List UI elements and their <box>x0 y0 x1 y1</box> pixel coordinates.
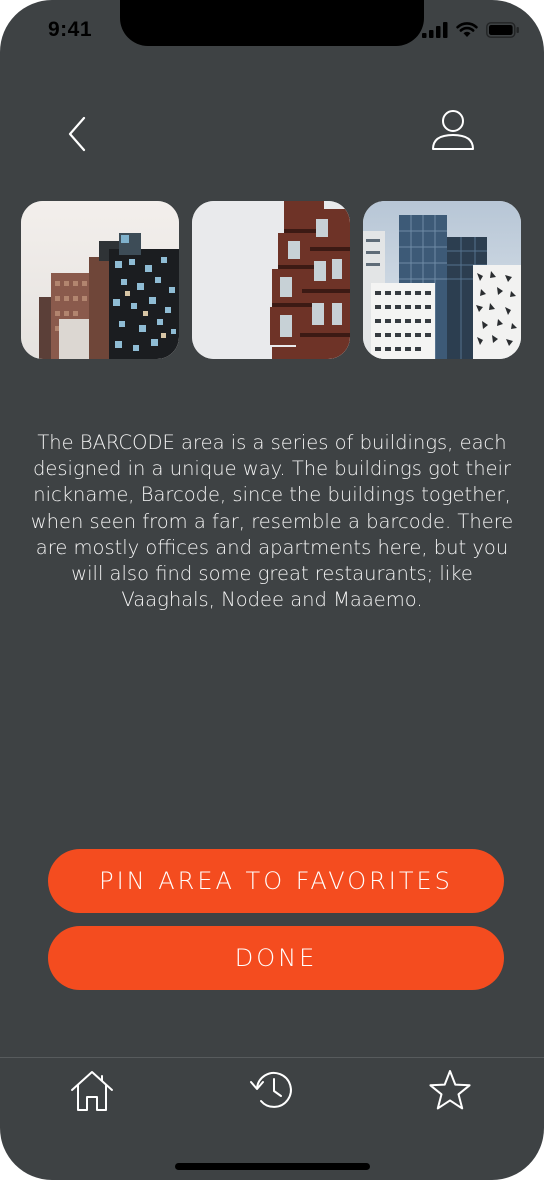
phone-screen: 9:41 The BARCODE area is a series of bui… <box>0 0 544 1180</box>
history-icon <box>250 1071 292 1108</box>
profile-button[interactable] <box>428 106 478 156</box>
tab-home[interactable] <box>68 1066 116 1114</box>
tab-bar <box>0 1057 544 1180</box>
notch <box>120 0 424 46</box>
star-icon <box>429 1070 471 1110</box>
chevron-left-icon <box>68 116 86 152</box>
building-photo-2[interactable] <box>192 201 350 359</box>
home-indicator <box>175 1163 370 1170</box>
back-button[interactable] <box>60 112 100 156</box>
building-photo-3[interactable] <box>363 201 521 359</box>
building-photo-1[interactable] <box>21 201 179 359</box>
status-icons <box>422 22 520 38</box>
signal-icon <box>422 22 448 38</box>
photo-gallery <box>21 201 523 360</box>
tab-history[interactable] <box>248 1066 296 1114</box>
pin-to-favorites-button[interactable]: PIN AREA TO FAVORITES <box>48 849 504 913</box>
tab-favorites[interactable] <box>426 1066 474 1114</box>
area-description: The BARCODE area is a series of building… <box>30 431 514 612</box>
wifi-icon <box>456 22 478 37</box>
done-button[interactable]: DONE <box>48 926 504 990</box>
status-time: 9:41 <box>48 18 93 41</box>
user-icon <box>432 110 474 150</box>
home-icon <box>71 1071 113 1111</box>
battery-icon <box>486 22 519 38</box>
